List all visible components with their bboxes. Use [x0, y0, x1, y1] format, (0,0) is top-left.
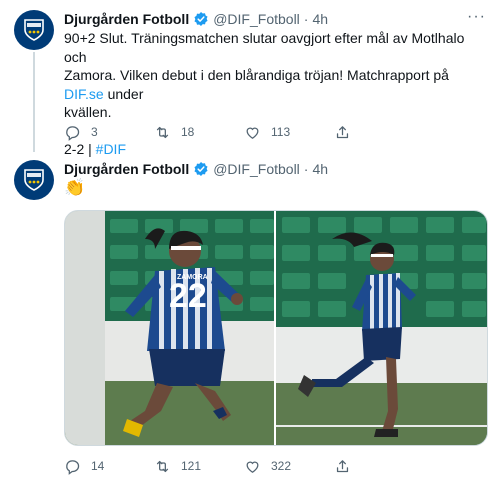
retweet-icon — [156, 126, 169, 138]
media-photo-2[interactable] — [276, 211, 487, 445]
tweet-text-line-2: Zamora. Vilken debut i den blårandiga tr… — [64, 66, 486, 103]
reply-icon — [66, 459, 80, 475]
heart-icon — [246, 461, 259, 473]
tweet-header: Djurgården Fotboll @DIF_Fotboll · 4h — [64, 160, 328, 178]
jersey-name: ZAMORA — [177, 274, 208, 281]
like-count: 113 — [271, 125, 291, 139]
tweet-text-line-1: 90+2 Slut. Träningsmatchen slutar oavgjo… — [64, 30, 465, 65]
tweet-actions: 3 18 113 — [64, 122, 424, 142]
celebration-photo-2 — [276, 211, 487, 445]
tweet-media: 22 ZAMORA — [64, 210, 488, 446]
share-button[interactable] — [334, 122, 424, 142]
verified-badge-icon — [194, 162, 208, 176]
tweet-text-fragment: under — [103, 85, 144, 102]
tweet-text-fragment: Zamora. Vilken debut i den blårandiga tr… — [64, 67, 449, 83]
like-button[interactable]: 322 — [244, 456, 334, 476]
hashtag-link[interactable]: #DIF — [96, 141, 126, 157]
club-crest-icon — [24, 169, 44, 191]
tweet-text: 👏 — [64, 178, 486, 198]
celebration-photo-1: 22 ZAMORA — [65, 211, 274, 445]
reply-button[interactable]: 14 — [64, 456, 154, 476]
retweet-count: 121 — [181, 459, 202, 473]
author-handle[interactable]: @DIF_Fotboll — [213, 10, 300, 28]
share-button[interactable] — [334, 456, 424, 476]
like-button[interactable]: 113 — [244, 122, 334, 142]
tweet-actions: 14 121 322 — [64, 456, 424, 476]
verified-badge-icon — [194, 12, 208, 26]
tweet-2[interactable]: Djurgården Fotboll @DIF_Fotboll · 4h 👏 2… — [0, 160, 500, 481]
avatar[interactable] — [14, 10, 54, 50]
jersey-number: 22 — [169, 277, 207, 315]
dif-link[interactable]: DIF.se — [64, 86, 104, 102]
tweet-time[interactable]: 4h — [312, 10, 328, 28]
more-options-icon[interactable]: ··· — [467, 8, 486, 26]
tweet-text-line-3: kvällen. — [64, 104, 112, 120]
like-count: 322 — [271, 459, 292, 473]
media-photo-1[interactable]: 22 ZAMORA — [65, 211, 274, 445]
tweet-1[interactable]: Djurgården Fotboll @DIF_Fotboll · 4h ···… — [0, 8, 500, 157]
retweet-button[interactable]: 121 — [154, 456, 244, 476]
score-text: 2-2 | — [64, 140, 96, 157]
author-handle[interactable]: @DIF_Fotboll — [213, 160, 300, 178]
share-icon — [336, 125, 349, 138]
tweet-score-line: 2-2 | #DIF — [64, 140, 486, 159]
author-name[interactable]: Djurgården Fotboll — [64, 160, 189, 178]
author-name[interactable]: Djurgården Fotboll — [64, 10, 189, 28]
tweet-header: Djurgården Fotboll @DIF_Fotboll · 4h — [64, 10, 328, 28]
separator-dot: · — [303, 161, 309, 177]
reply-count: 14 — [91, 459, 105, 473]
tweet-time[interactable]: 4h — [312, 160, 328, 178]
clapping-emoji: 👏 — [64, 178, 86, 197]
retweet-icon — [156, 460, 169, 472]
retweet-count: 18 — [181, 125, 195, 139]
share-icon — [336, 459, 349, 472]
reply-count: 3 — [91, 125, 98, 139]
avatar[interactable] — [14, 160, 54, 200]
reply-button[interactable]: 3 — [64, 122, 154, 142]
retweet-button[interactable]: 18 — [154, 122, 244, 142]
separator-dot: · — [303, 11, 309, 27]
club-crest-icon — [24, 19, 44, 41]
heart-icon — [246, 127, 259, 139]
reply-icon — [66, 125, 80, 141]
